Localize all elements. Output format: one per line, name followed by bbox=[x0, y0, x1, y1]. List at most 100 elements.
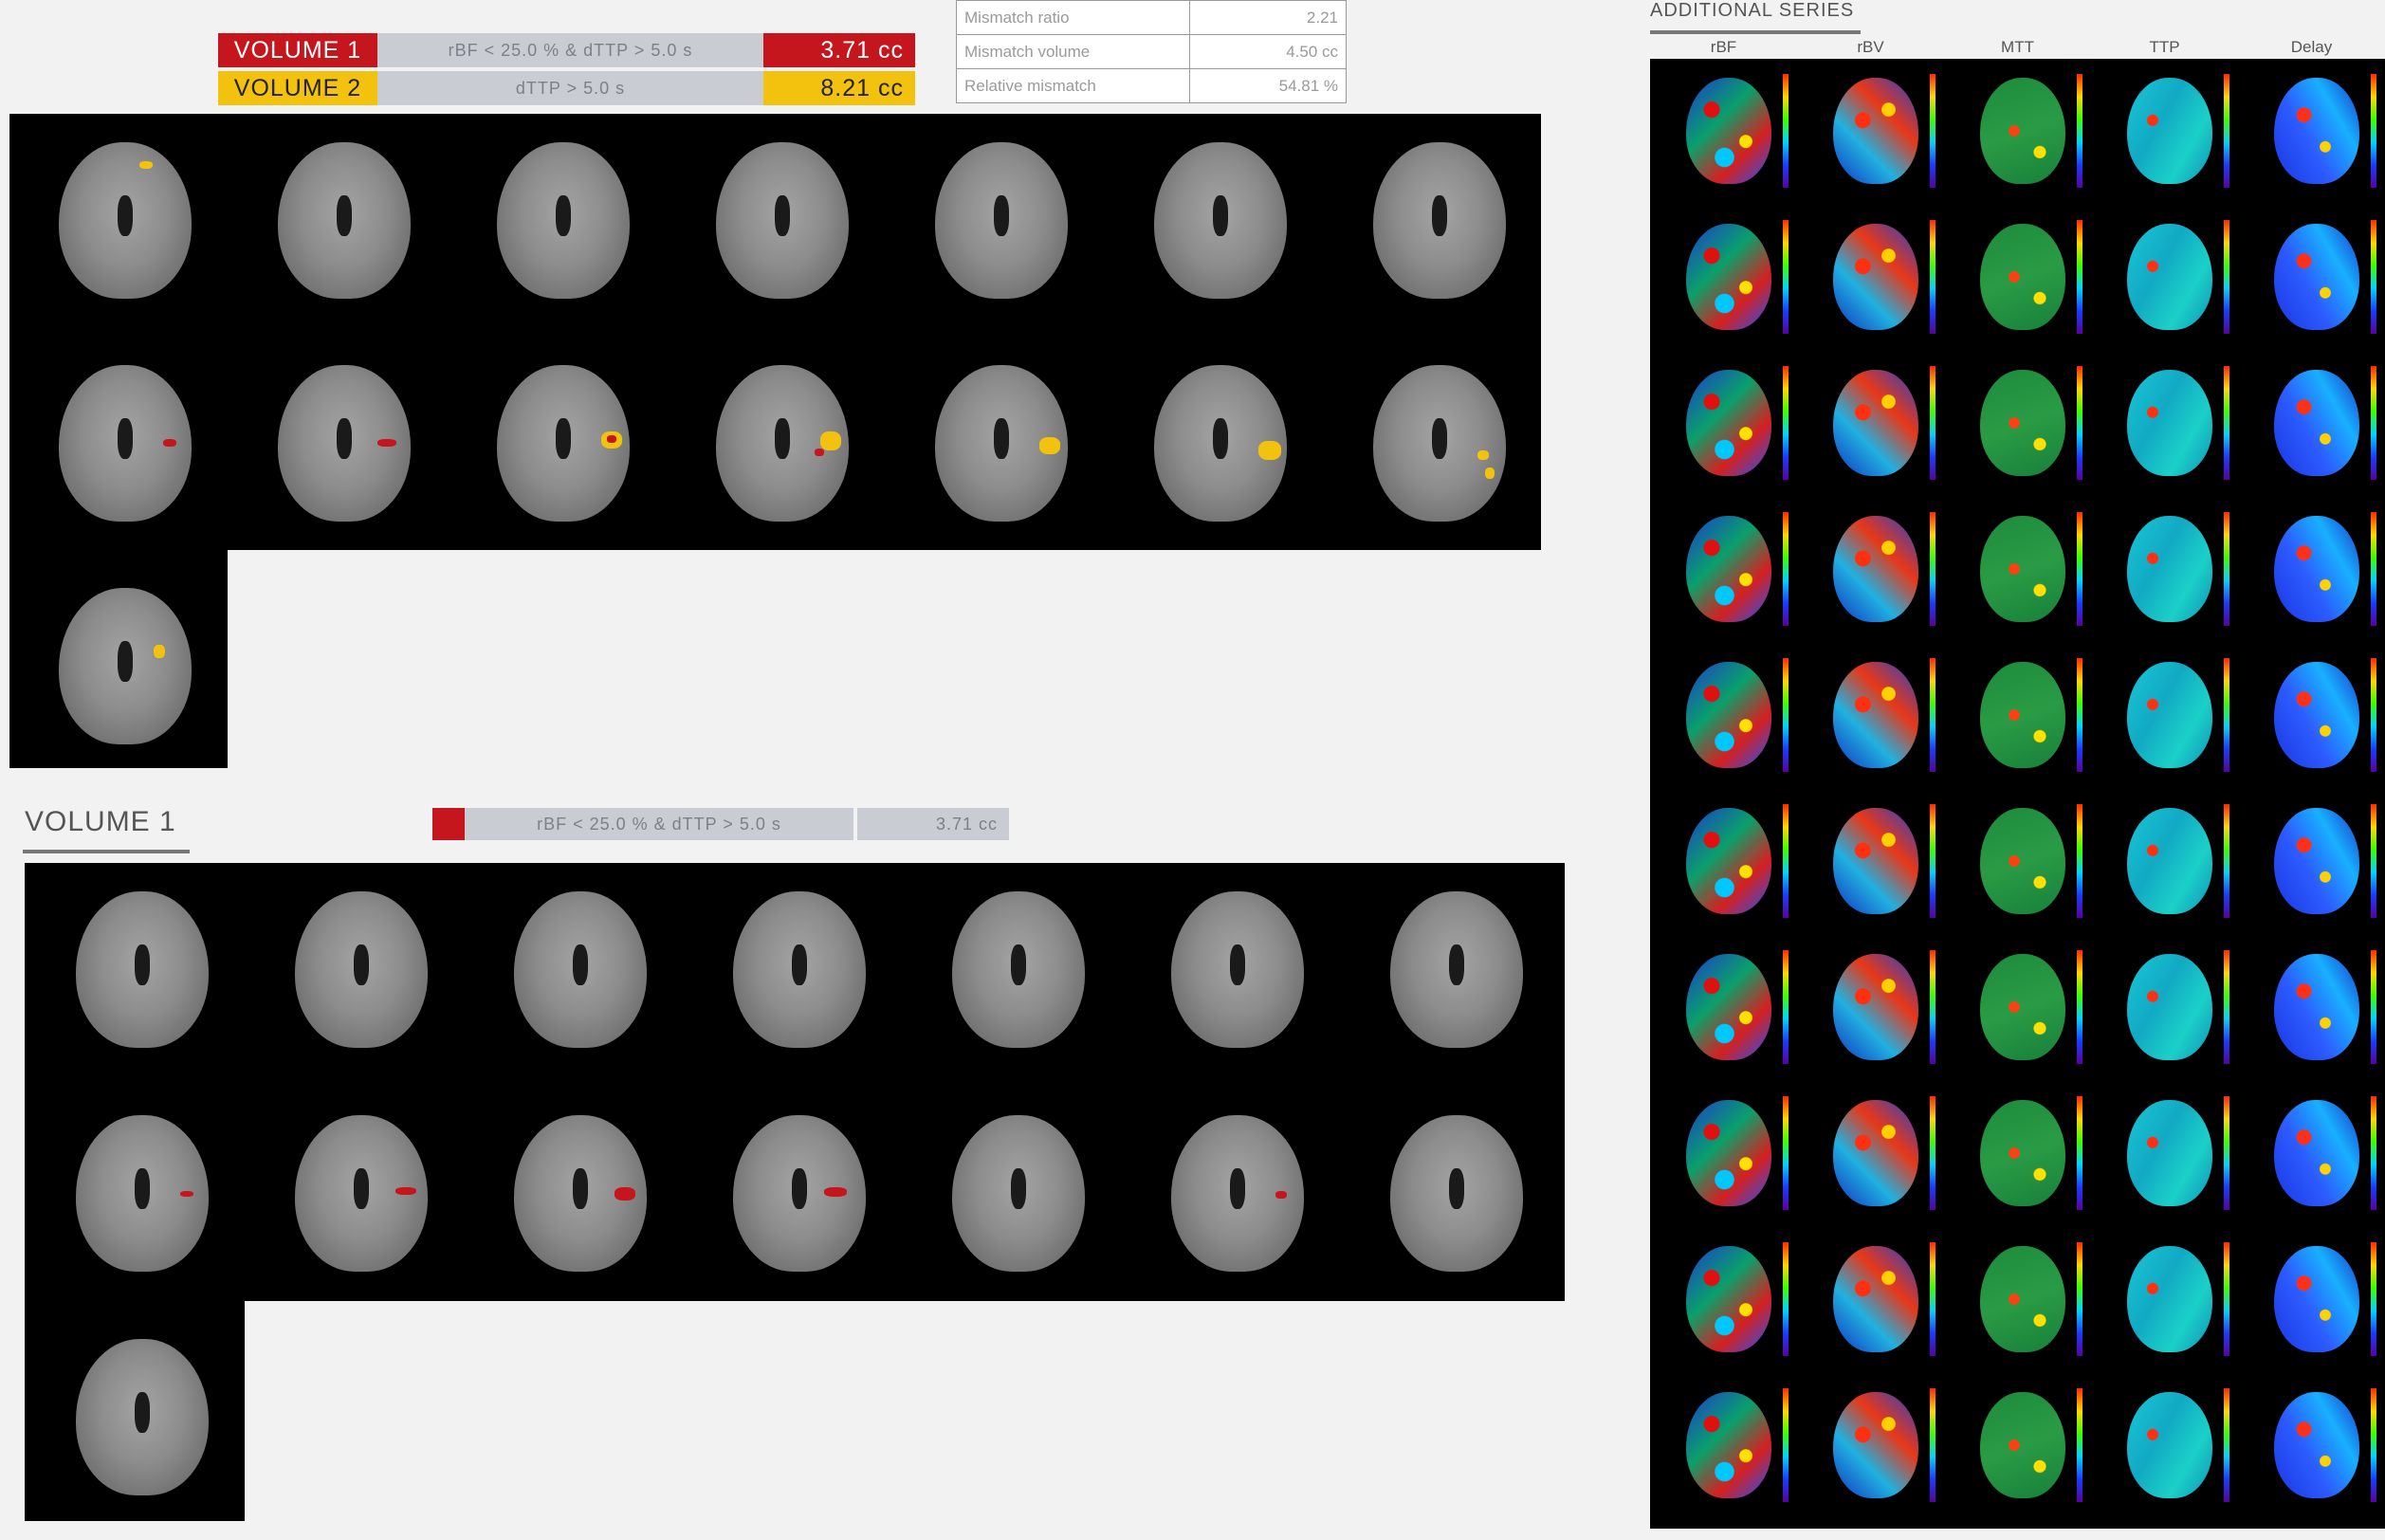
perfusion-map-ttp bbox=[2091, 59, 2238, 206]
color-scale-bar bbox=[2224, 1242, 2229, 1356]
mismatch-volume-label: Mismatch volume bbox=[956, 34, 1190, 69]
ct-slice bbox=[1171, 891, 1304, 1048]
color-scale-bar bbox=[1930, 1242, 1936, 1356]
brain-map bbox=[1980, 1246, 2065, 1352]
perfusion-map-delay bbox=[2238, 205, 2385, 352]
brain-map bbox=[1833, 808, 1918, 914]
col-head-ttp: TTP bbox=[2149, 38, 2180, 56]
color-scale-bar bbox=[2077, 220, 2082, 334]
color-scale-bar bbox=[2371, 950, 2376, 1064]
ct-slice bbox=[497, 142, 630, 299]
perfusion-map-delay bbox=[2238, 497, 2385, 644]
color-scale-bar bbox=[1783, 950, 1789, 1064]
brain-map bbox=[2127, 954, 2212, 1060]
color-scale-bar bbox=[2224, 512, 2229, 626]
color-scale-bar bbox=[1930, 950, 1936, 1064]
brain-map bbox=[2127, 516, 2212, 622]
color-scale-bar bbox=[1930, 658, 1936, 772]
perfusion-map-mtt bbox=[1944, 351, 2091, 498]
perfusion-map-ttp bbox=[2091, 935, 2238, 1082]
perfusion-map-rbv bbox=[1797, 351, 1944, 498]
brain-map bbox=[1980, 1392, 2065, 1498]
perfusion-map-mtt bbox=[1944, 497, 2091, 644]
color-scale-bar bbox=[1783, 1096, 1789, 1210]
brain-map bbox=[2274, 808, 2359, 914]
perfusion-map-mtt bbox=[1944, 789, 2091, 936]
lesion-overlay bbox=[180, 1191, 193, 1197]
lesion-overlay bbox=[1485, 468, 1495, 479]
mismatch-volume-value: 4.50 cc bbox=[1189, 34, 1347, 69]
brain-map bbox=[2127, 808, 2212, 914]
perfusion-map-rbf bbox=[1650, 1081, 1797, 1228]
brain-map bbox=[1833, 78, 1918, 184]
ct-slice bbox=[514, 1115, 647, 1272]
color-scale-bar bbox=[1783, 512, 1789, 626]
brain-map bbox=[2127, 662, 2212, 768]
volume-1-label: VOLUME 1 bbox=[218, 33, 377, 67]
lesion-overlay bbox=[139, 161, 153, 169]
brain-map bbox=[2274, 954, 2359, 1060]
brain-map bbox=[1686, 224, 1771, 330]
ct-slice bbox=[1390, 1115, 1523, 1272]
ct-slice bbox=[295, 891, 428, 1048]
perfusion-map-rbv bbox=[1797, 59, 1944, 206]
perfusion-map-rbv bbox=[1797, 1373, 1944, 1520]
brain-map bbox=[1980, 516, 2065, 622]
color-scale-bar bbox=[2371, 804, 2376, 918]
ct-slice bbox=[1171, 1115, 1304, 1272]
ct-slice bbox=[716, 142, 849, 299]
perfusion-map-rbf bbox=[1650, 935, 1797, 1082]
perfusion-map-ttp bbox=[2091, 1227, 2238, 1374]
brain-map bbox=[1686, 662, 1771, 768]
color-scale-bar bbox=[1930, 1388, 1936, 1502]
col-head-rbv: rBV bbox=[1857, 38, 1884, 56]
brain-map bbox=[2274, 1246, 2359, 1352]
mismatch-table: Mismatch ratio 2.21 Mismatch volume 4.50… bbox=[956, 0, 1347, 103]
ct-slice bbox=[76, 891, 209, 1048]
perfusion-map-mtt bbox=[1944, 935, 2091, 1082]
ct-slice bbox=[497, 365, 630, 522]
color-scale-bar bbox=[2224, 658, 2229, 772]
color-scale-bar bbox=[2077, 950, 2082, 1064]
perfusion-map-rbf bbox=[1650, 351, 1797, 498]
perfusion-map-delay bbox=[2238, 789, 2385, 936]
perfusion-map-delay bbox=[2238, 59, 2385, 206]
ct-slice bbox=[733, 1115, 866, 1272]
color-scale-bar bbox=[1930, 512, 1936, 626]
brain-map bbox=[1686, 1100, 1771, 1206]
additional-series-title: ADDITIONAL SERIES bbox=[1650, 0, 1855, 21]
volume-2-value: 8.21 cc bbox=[763, 71, 915, 105]
brain-map bbox=[2274, 1100, 2359, 1206]
color-scale-bar bbox=[2077, 74, 2082, 188]
ct-slice bbox=[935, 365, 1068, 522]
color-scale-bar bbox=[2371, 74, 2376, 188]
ct-slice bbox=[952, 1115, 1085, 1272]
brain-map bbox=[1686, 954, 1771, 1060]
color-scale-bar bbox=[2224, 74, 2229, 188]
volume-2-criteria: dTTP > 5.0 s bbox=[377, 71, 763, 105]
additional-series-underline bbox=[1650, 30, 1861, 34]
ct-slice bbox=[1373, 365, 1506, 522]
color-scale-bar bbox=[1930, 366, 1936, 480]
color-scale-bar bbox=[2224, 804, 2229, 918]
perfusion-map-mtt bbox=[1944, 643, 2091, 790]
section2-value: 3.71 cc bbox=[857, 808, 1009, 840]
color-scale-bar bbox=[2371, 1388, 2376, 1502]
color-scale-bar bbox=[2077, 804, 2082, 918]
lesion-overlay bbox=[1275, 1191, 1287, 1199]
perfusion-map-ttp bbox=[2091, 497, 2238, 644]
lesion-overlay bbox=[395, 1187, 416, 1195]
brain-map bbox=[2127, 1246, 2212, 1352]
ct-slice bbox=[76, 1115, 209, 1272]
color-scale-bar bbox=[1783, 658, 1789, 772]
brain-map bbox=[1980, 78, 2065, 184]
perfusion-map-rbf bbox=[1650, 643, 1797, 790]
perfusion-map-delay bbox=[2238, 1081, 2385, 1228]
brain-map bbox=[1686, 1392, 1771, 1498]
ct-slice bbox=[733, 891, 866, 1048]
volume-1-value: 3.71 cc bbox=[763, 33, 915, 67]
perfusion-map-ttp bbox=[2091, 643, 2238, 790]
col-head-mtt: MTT bbox=[2001, 38, 2034, 56]
color-scale-bar bbox=[2224, 950, 2229, 1064]
brain-map bbox=[2274, 78, 2359, 184]
